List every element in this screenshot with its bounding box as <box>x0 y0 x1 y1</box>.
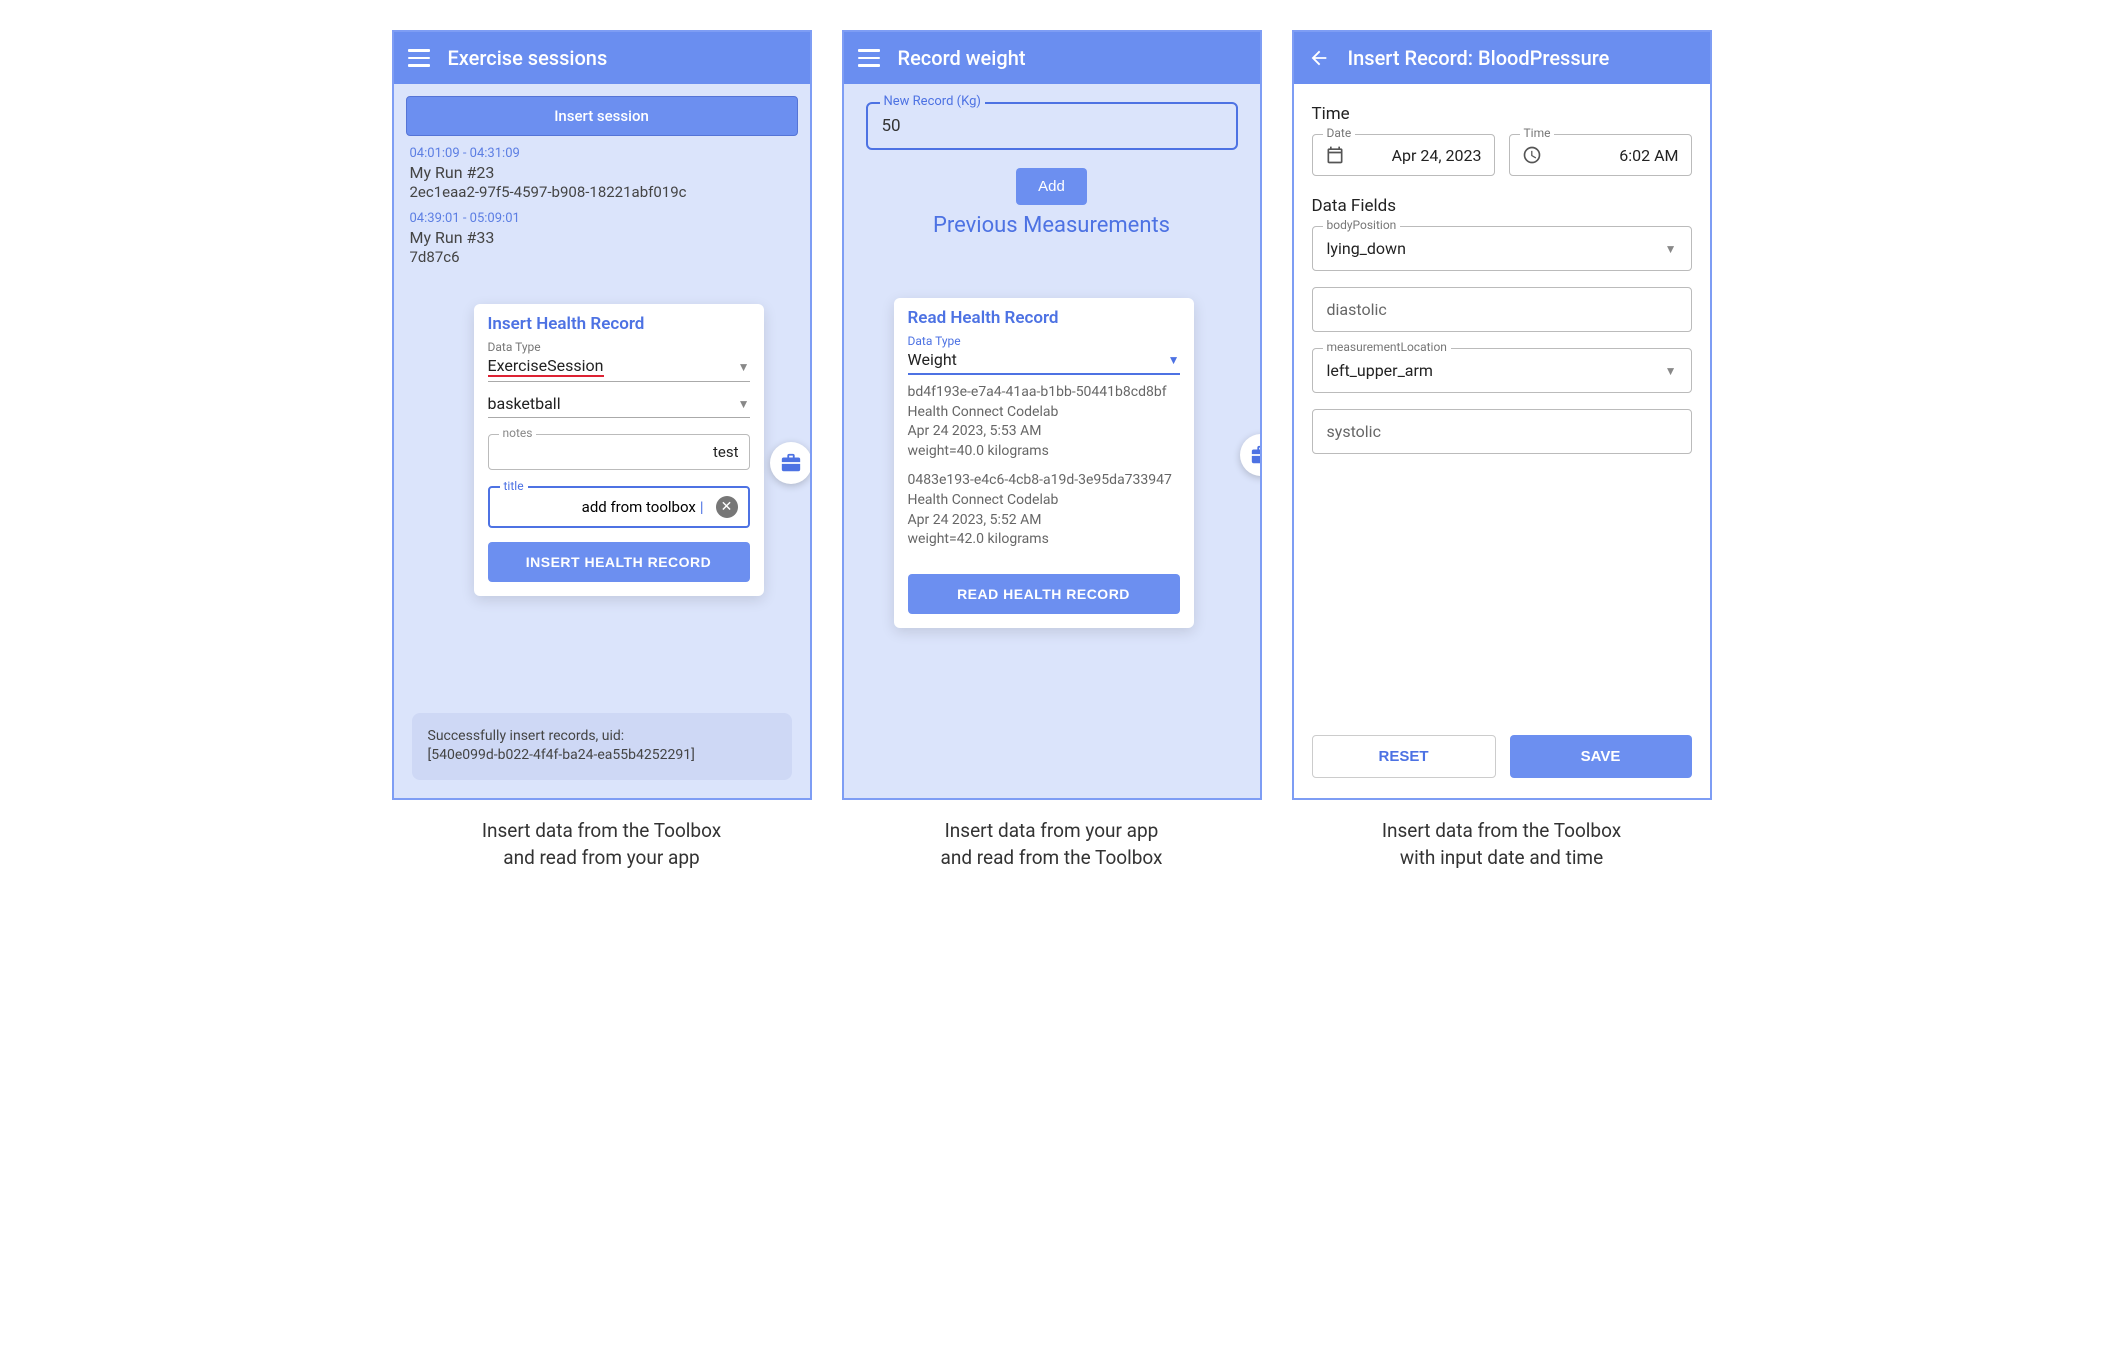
toolbox-icon <box>780 452 802 474</box>
chevron-down-icon: ▼ <box>738 397 750 411</box>
time-picker[interactable]: Time 6:02 AM <box>1509 134 1692 176</box>
record-list: bd4f193e-e7a4-41aa-b1bb-50441b8cd8bf Hea… <box>908 383 1180 550</box>
record: bd4f193e-e7a4-41aa-b1bb-50441b8cd8bf Hea… <box>908 383 1180 461</box>
data-type-value: ExerciseSession <box>488 356 604 377</box>
chevron-down-icon: ▼ <box>1168 353 1180 367</box>
title-label: title <box>500 479 528 493</box>
list-item[interactable]: 04:39:01 - 05:09:01 My Run #33 7d87c6 <box>404 207 800 272</box>
list-item-sub: 7d87c6 <box>410 248 794 266</box>
datafields-heading: Data Fields <box>1312 196 1692 216</box>
appbar-title: Exercise sessions <box>448 46 608 70</box>
clock-icon <box>1522 145 1542 165</box>
record: 0483e193-e4c6-4cb8-a19d-3e95da733947 Hea… <box>908 471 1180 549</box>
insert-health-record-card: Insert Health Record Data Type ExerciseS… <box>474 304 764 596</box>
insert-health-record-button[interactable]: INSERT HEALTH RECORD <box>488 542 750 582</box>
time-label: Time <box>1520 126 1555 140</box>
data-type-value: Weight <box>908 350 957 369</box>
appbar: Insert Record: BloodPressure <box>1294 32 1710 84</box>
systolic-input[interactable]: systolic <box>1312 409 1692 454</box>
field-value: lying_down <box>1327 239 1406 258</box>
insert-session-button[interactable]: Insert session <box>406 96 798 136</box>
list-item-title: My Run #23 <box>410 163 794 182</box>
read-health-record-card: Read Health Record Data Type Weight ▼ bd… <box>894 298 1194 628</box>
notes-label: notes <box>499 426 537 440</box>
calendar-icon <box>1325 145 1345 165</box>
title-value: add from toolbox <box>582 498 696 516</box>
diastolic-input[interactable]: diastolic <box>1312 287 1692 332</box>
chevron-down-icon: ▼ <box>738 360 750 374</box>
toolbox-fab[interactable] <box>770 442 812 484</box>
list-item-time: 04:01:09 - 04:31:09 <box>410 146 794 161</box>
data-type-select[interactable]: Weight ▼ <box>908 348 1180 375</box>
card-title: Insert Health Record <box>488 314 750 334</box>
body-position-select[interactable]: bodyPosition lying_down ▼ <box>1312 226 1692 271</box>
date-value: Apr 24, 2023 <box>1355 146 1482 165</box>
data-type-label: Data Type <box>488 340 750 354</box>
new-record-label: New Record (Kg) <box>880 94 985 109</box>
field-label: bodyPosition <box>1323 218 1401 232</box>
snackbar-line: Successfully insert records, uid: <box>428 727 776 747</box>
notes-input[interactable]: notes test <box>488 434 750 470</box>
toolbox-fab[interactable] <box>1240 434 1262 476</box>
snackbar-line: [540e099d-b022-4f4f-ba24-ea55b4252291] <box>428 746 776 766</box>
toolbox-icon <box>1250 444 1262 466</box>
list-item[interactable]: 04:01:09 - 04:31:09 My Run #23 2ec1eaa2-… <box>404 142 800 207</box>
caption: Insert data from your app and read from … <box>941 818 1163 871</box>
save-button[interactable]: SAVE <box>1510 735 1692 778</box>
hamburger-icon[interactable] <box>408 47 430 69</box>
add-button[interactable]: Add <box>1016 168 1087 205</box>
field-label: measurementLocation <box>1323 340 1451 354</box>
chevron-down-icon: ▼ <box>1665 364 1677 378</box>
hamburger-icon[interactable] <box>858 47 880 69</box>
measurement-location-select[interactable]: measurementLocation left_upper_arm ▼ <box>1312 348 1692 393</box>
data-type-select[interactable]: ExerciseSession ▼ <box>488 354 750 382</box>
data-type-label: Data Type <box>908 334 1180 348</box>
caption: Insert data from the Toolbox and read fr… <box>482 818 721 871</box>
list-item-sub: 2ec1eaa2-97f5-4597-b908-18221abf019c <box>410 183 794 201</box>
date-picker[interactable]: Date Apr 24, 2023 <box>1312 134 1495 176</box>
appbar: Record weight <box>844 32 1260 84</box>
exercise-type-select[interactable]: basketball ▼ <box>488 392 750 418</box>
field-placeholder: systolic <box>1327 422 1381 441</box>
reset-button[interactable]: RESET <box>1312 735 1496 778</box>
date-label: Date <box>1323 126 1356 140</box>
clear-icon[interactable]: ✕ <box>716 496 738 518</box>
field-value: left_upper_arm <box>1327 361 1433 380</box>
new-record-value: 50 <box>882 116 901 136</box>
caption: Insert data from the Toolbox with input … <box>1382 818 1621 871</box>
notes-value: test <box>499 443 739 461</box>
panel-exercise-sessions: Exercise sessions Insert session 04:01:0… <box>392 30 812 800</box>
list-item-time: 04:39:01 - 05:09:01 <box>410 211 794 226</box>
card-title: Read Health Record <box>908 308 1180 328</box>
snackbar: Successfully insert records, uid: [540e0… <box>412 713 792 780</box>
appbar-title: Insert Record: BloodPressure <box>1348 46 1610 70</box>
back-icon[interactable] <box>1308 47 1330 69</box>
appbar-title: Record weight <box>898 46 1026 70</box>
title-input[interactable]: title add from toolbox | ✕ <box>488 486 750 528</box>
new-record-input[interactable]: New Record (Kg) 50 <box>866 102 1238 150</box>
previous-heading: Previous Measurements <box>866 213 1238 238</box>
chevron-down-icon: ▼ <box>1665 242 1677 256</box>
field-placeholder: diastolic <box>1327 300 1387 319</box>
exercise-type-value: basketball <box>488 394 561 413</box>
time-heading: Time <box>1312 104 1692 124</box>
list-item-title: My Run #33 <box>410 228 794 247</box>
panel-record-weight: Record weight New Record (Kg) 50 Add Pre… <box>842 30 1262 800</box>
appbar: Exercise sessions <box>394 32 810 84</box>
read-health-record-button[interactable]: READ HEALTH RECORD <box>908 574 1180 614</box>
time-value: 6:02 AM <box>1552 146 1679 165</box>
panel-insert-record: Insert Record: BloodPressure Time Date A… <box>1292 30 1712 800</box>
